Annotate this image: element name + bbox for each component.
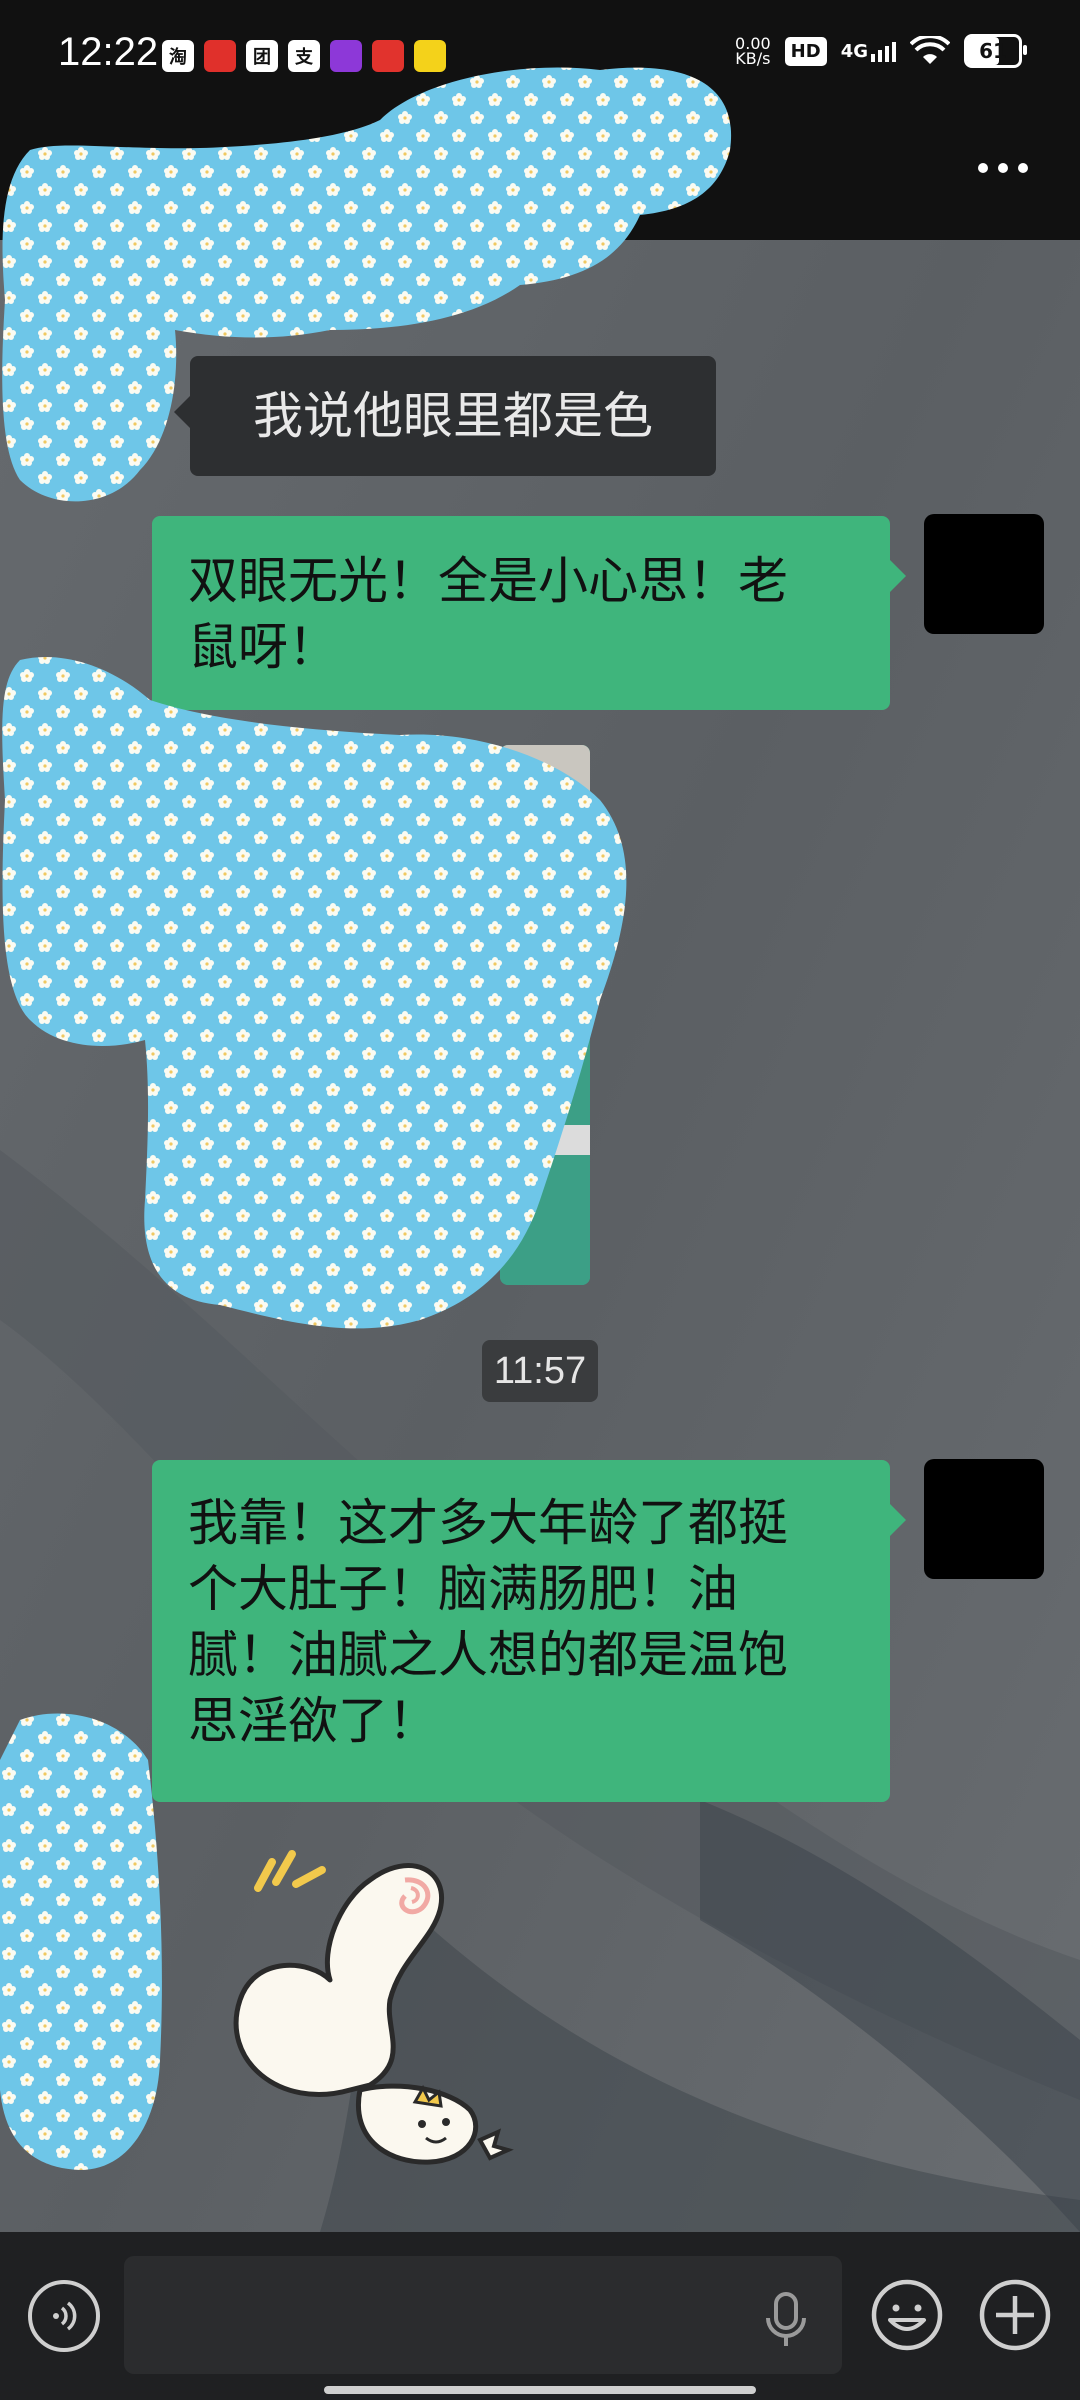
message-line: 鼠呀！	[188, 618, 338, 676]
dot-icon	[978, 163, 988, 173]
more-options-button[interactable]	[968, 145, 1038, 191]
timestamp: 11:57	[482, 1340, 598, 1402]
wifi-icon	[910, 36, 950, 64]
message-line: 双眼无光！全是小心思！老	[188, 552, 788, 610]
notification-icons: 淘 团支	[162, 40, 446, 72]
dot-icon	[1018, 163, 1028, 173]
outgoing-message[interactable]: 双眼无光！全是小心思！老 鼠呀！	[152, 516, 906, 710]
app-heart-icon	[372, 40, 404, 72]
battery-icon: 61	[964, 34, 1027, 68]
status-time: 12:22	[58, 30, 159, 74]
dot-icon	[998, 163, 1008, 173]
image-message[interactable]	[500, 745, 590, 1285]
voice-icon	[53, 2301, 77, 2331]
outgoing-message[interactable]: 我靠！这才多大年龄了都挺 个大肚子！脑满肠肥！油 腻！油腻之人想的都是温饱 思淫…	[152, 1460, 906, 1802]
incoming-message[interactable]: 我说他眼里都是色	[174, 356, 716, 476]
message-input[interactable]	[124, 2256, 842, 2374]
voice-input-button[interactable]	[28, 2280, 100, 2352]
app-red-icon	[204, 40, 236, 72]
signal-label: 4G	[840, 40, 868, 62]
message-text: 我说他眼里都是色	[253, 387, 653, 445]
message-line: 我靠！这才多大年龄了都挺	[188, 1494, 788, 1552]
image-thumbnail	[500, 745, 590, 1285]
my-avatar[interactable]	[924, 514, 1044, 634]
status-bar: 12:22 淘 团支 0.00 KB/s HD 4G 61	[0, 0, 1080, 110]
message-line: 个大肚子！脑满肠肥！油	[188, 1560, 738, 1618]
app-purple-icon	[330, 40, 362, 72]
message-line: 思淫欲了！	[188, 1692, 438, 1750]
meituan-icon: 团	[246, 40, 278, 72]
chat-header	[0, 110, 1080, 240]
app-yellow-icon	[414, 40, 446, 72]
home-indicator[interactable]	[324, 2386, 756, 2394]
emoji-button[interactable]	[870, 2278, 944, 2352]
add-attachment-button[interactable]	[978, 2278, 1052, 2352]
hd-icon: HD	[784, 36, 827, 66]
sticker-message[interactable]	[200, 1840, 540, 2180]
my-avatar[interactable]	[924, 1459, 1044, 1579]
net-speed-unit: KB/s	[735, 49, 771, 68]
taobao-icon: 淘	[162, 40, 194, 72]
message-line: 腻！油腻之人想的都是温饱	[188, 1626, 788, 1684]
microphone-icon[interactable]	[762, 2290, 810, 2350]
battery-level: 61	[979, 39, 1007, 63]
alipay-icon: 支	[288, 40, 320, 72]
signal-icon: 4G	[841, 41, 896, 62]
status-indicators: 0.00 KB/s HD 4G 61	[735, 34, 1027, 68]
net-speed: 0.00 KB/s	[735, 36, 771, 68]
